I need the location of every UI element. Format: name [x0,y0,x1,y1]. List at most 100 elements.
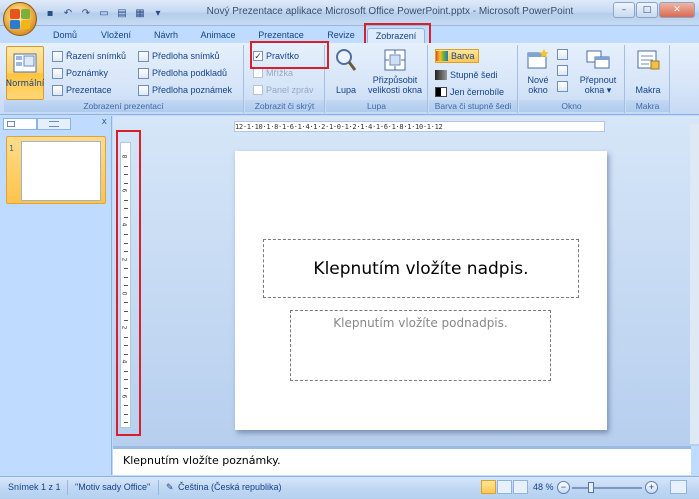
handout-master-icon [138,67,149,79]
fit-to-window-button[interactable]: Přizpůsobit velikosti okna [364,47,426,95]
slide-indicator: Snímek 1 z 1 [8,482,61,492]
message-bar-checkbox[interactable]: Panel zpráv [253,83,314,97]
checkbox-box [253,85,263,95]
slide-number: 1 [9,144,15,153]
slide-thumbnail-selected[interactable] [6,136,106,204]
color-icon [436,51,448,61]
group-label: Barva či stupně šedi [429,100,517,112]
print-icon[interactable]: ▦ [132,5,148,21]
zoom-in-button[interactable]: + [645,481,658,494]
notes-pane[interactable]: Klepnutím vložíte poznámky. [113,446,691,475]
normal-view-status-icon[interactable] [481,480,496,494]
window-arrange-icons [557,49,568,92]
group-presentation-views: Normální Řazení snímků Poznámky Prezenta… [4,45,244,113]
highlight-ruler-checkbox [250,41,329,69]
fit-slide-icon[interactable] [670,480,687,494]
slide-sorter-status-icon[interactable] [497,480,512,494]
status-separator [158,480,159,495]
language-indicator[interactable]: Čeština (Česká republika) [178,482,282,492]
new-window-button[interactable]: Nové okno [523,47,553,95]
notes-master-icon [138,84,149,96]
highlight-view-tab [364,23,431,45]
zoom-out-button[interactable]: − [557,481,570,494]
undo-icon[interactable]: ↶ [60,5,76,21]
slide-sorter-icon [52,50,63,62]
zoom-level[interactable]: 48 % [533,482,554,492]
group-label: Zobrazení prezentací [4,100,243,112]
language-icon[interactable]: ✎ [166,482,174,493]
grayscale-button[interactable]: Stupně šedi [435,68,498,82]
move-split-icon[interactable] [557,81,568,92]
normal-view-icon [13,53,37,73]
minimize-button[interactable]: – [613,2,635,18]
maximize-button[interactable]: □ [636,2,658,18]
zoom-slider[interactable] [572,487,642,489]
slides-panel: x 1 [0,116,112,475]
macros-button[interactable]: Makra [632,47,664,95]
highlight-vertical-ruler [116,130,141,436]
ribbon-tabs: Domů Vložení Návrh Animace Prezentace Re… [0,26,699,43]
normal-view-button[interactable]: Normální [6,46,44,100]
switch-windows-button[interactable]: Přepnout okna ▾ [575,47,621,95]
title-bar: ▪ ↶ ↷ ▭ ▤ ▦ ▾ Nový Prezentace aplikace M… [0,0,699,26]
slide-thumbnail [21,141,101,201]
subtitle-placeholder[interactable]: Klepnutím vložíte podnadpis. [290,310,551,381]
close-button[interactable]: ✕ [659,2,695,18]
window-title: Nový Prezentace aplikace Microsoft Offic… [206,6,574,17]
switch-windows-icon [586,50,610,69]
theme-name[interactable]: "Motiv sady Office" [75,482,150,492]
magnifier-icon [336,49,357,71]
slides-icon [7,121,15,127]
tab-animations[interactable]: Animace [195,28,241,43]
black-white-icon [435,87,447,97]
tab-outline[interactable] [37,118,71,130]
outline-icon [49,121,59,127]
new-window-icon [527,49,549,69]
horizontal-ruler[interactable]: 12·1·10·1·8·1·6·1·4·1·2·1·0·1·2·1·4·1·6·… [234,121,605,132]
group-label: Makra [626,100,669,112]
title-placeholder[interactable]: Klepnutím vložíte nadpis. [263,239,579,298]
tab-design[interactable]: Návrh [148,28,184,43]
black-white-button[interactable]: Jen černobíle [435,85,504,99]
slide-show-button[interactable]: Prezentace [52,83,112,97]
tab-home[interactable]: Domů [46,28,84,43]
notes-master-button[interactable]: Předloha poznámek [138,83,232,97]
quick-access-toolbar: ▪ ↶ ↷ ▭ ▤ ▦ ▾ [42,5,166,21]
group-zoom: Lupa Přizpůsobit velikosti okna Lupa [326,45,428,113]
group-label: Okno [519,100,624,112]
zoom-slider-thumb[interactable] [588,482,594,493]
slide-show-status-icon[interactable] [513,480,528,494]
slide-master-icon [138,50,149,62]
group-label: Lupa [326,100,427,112]
status-bar: Snímek 1 z 1 "Motiv sady Office" ✎ Češti… [0,476,699,499]
group-color-grayscale: Barva Stupně šedi Jen černobíle Barva či… [429,45,518,113]
save-icon[interactable]: ▪ [42,5,58,21]
notes-page-icon [52,67,63,79]
macros-icon [637,50,660,70]
arrange-all-icon[interactable] [557,49,568,60]
slide-master-button[interactable]: Předloha snímků [138,49,220,63]
tab-slides[interactable] [3,118,37,130]
redo-icon[interactable]: ↷ [78,5,94,21]
tab-insert[interactable]: Vložení [95,28,137,43]
new-document-icon[interactable]: ▭ [96,5,112,21]
grayscale-icon [435,70,447,80]
group-macros: Makra Makra [626,45,670,113]
cascade-icon[interactable] [557,65,568,76]
status-separator [67,480,68,495]
color-button[interactable]: Barva [435,49,479,63]
vertical-scrollbar[interactable] [690,124,699,444]
slide-show-icon [52,84,63,96]
slide-canvas[interactable]: Klepnutím vložíte nadpis. Klepnutím vlož… [235,151,607,430]
panel-tabs: x [0,117,112,131]
office-button[interactable] [3,2,37,36]
handout-master-button[interactable]: Předloha podkladů [138,66,227,80]
customize-toolbar-icon[interactable]: ▾ [150,5,166,21]
notes-page-button[interactable]: Poznámky [52,66,108,80]
zoom-button[interactable]: Lupa [330,47,362,95]
ribbon: Normální Řazení snímků Poznámky Prezenta… [0,43,699,115]
group-label: Zobrazit či skrýt [245,100,324,112]
slide-sorter-button[interactable]: Řazení snímků [52,49,126,63]
open-icon[interactable]: ▤ [114,5,130,21]
close-panel-icon[interactable]: x [102,117,107,127]
